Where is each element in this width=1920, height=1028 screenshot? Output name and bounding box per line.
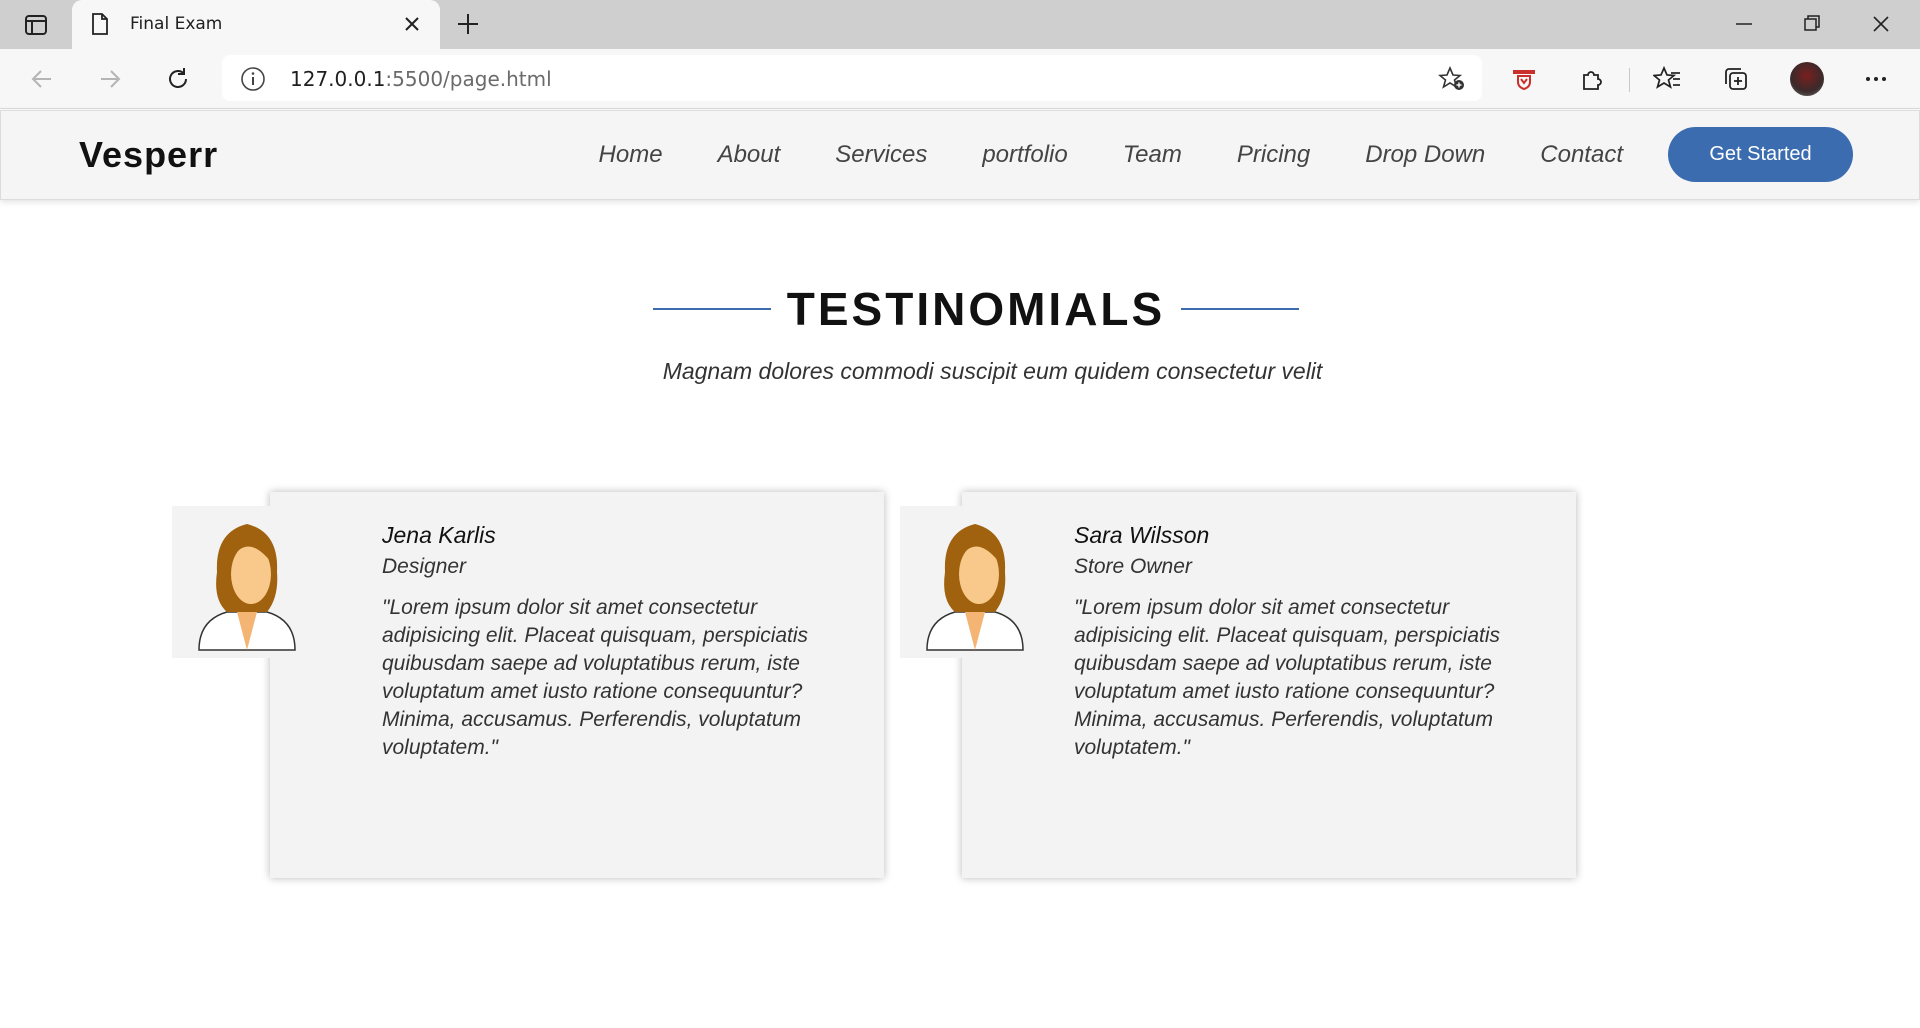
- tab-actions-icon[interactable]: [22, 12, 50, 38]
- new-tab-icon[interactable]: [456, 12, 480, 41]
- nav-portfolio[interactable]: portfolio: [982, 141, 1067, 169]
- collections-icon[interactable]: [1720, 63, 1752, 95]
- favorites-icon[interactable]: [1651, 63, 1683, 95]
- browser-toolbar: 127.0.0.1:5500/page.html: [0, 49, 1920, 109]
- url-text: 127.0.0.1:5500/page.html: [290, 67, 552, 91]
- testimonial-name: Jena Karlis: [382, 522, 496, 548]
- nav-pricing[interactable]: Pricing: [1237, 141, 1310, 169]
- nav-about[interactable]: About: [718, 141, 781, 169]
- toolbar-separator: [1629, 68, 1630, 92]
- nav-home[interactable]: Home: [599, 141, 663, 169]
- main-nav: Home About Services portfolio Team Prici…: [599, 141, 1623, 169]
- restore-icon[interactable]: [1801, 12, 1823, 41]
- user-avatar-image: [900, 506, 1050, 658]
- testimonial-role: Store Owner: [1074, 555, 1192, 578]
- user-avatar-image: [172, 506, 322, 658]
- heading-line-right: [1181, 308, 1300, 310]
- nav-team[interactable]: Team: [1123, 141, 1182, 169]
- testimonial-quote: "Lorem ipsum dolor sit amet consectetur …: [382, 596, 809, 759]
- tab-title: Final Exam: [130, 14, 223, 34]
- section-subtitle: Magnam dolores commodi suscipit eum quid…: [662, 358, 1323, 384]
- browser-tab-active[interactable]: Final Exam: [72, 0, 440, 49]
- document-icon: [90, 12, 110, 41]
- url-path: :5500/page.html: [385, 67, 552, 91]
- testimonial-card: Jena Karlis Designer "Lorem ipsum dolor …: [172, 492, 884, 878]
- nav-contact[interactable]: Contact: [1540, 141, 1623, 169]
- site-logo[interactable]: Vesperr: [79, 134, 218, 176]
- address-bar[interactable]: 127.0.0.1:5500/page.html: [222, 55, 1482, 101]
- heading-line-left: [652, 308, 771, 310]
- more-menu-icon[interactable]: [1860, 63, 1892, 95]
- page-viewport: Vesperr Home About Services portfolio Te…: [0, 110, 1920, 1028]
- extensions-icon[interactable]: [1576, 63, 1608, 95]
- reload-icon[interactable]: [162, 63, 194, 95]
- window-close-icon[interactable]: [1870, 12, 1892, 41]
- testimonial-role: Designer: [382, 555, 467, 578]
- testimonials-heading: TESTINOMIALS: [0, 282, 1920, 336]
- forward-icon[interactable]: [94, 63, 126, 95]
- testimonial-card: Sara Wilsson Store Owner "Lorem ipsum do…: [900, 492, 1576, 878]
- nav-drop-down[interactable]: Drop Down: [1365, 141, 1485, 169]
- site-header: Vesperr Home About Services portfolio Te…: [0, 110, 1920, 200]
- get-started-button[interactable]: Get Started: [1668, 127, 1853, 182]
- nav-services[interactable]: Services: [835, 141, 927, 169]
- close-icon[interactable]: [402, 14, 422, 39]
- testimonial-name: Sara Wilsson: [1074, 522, 1210, 548]
- testimonial-quote: "Lorem ipsum dolor sit amet consectetur …: [1074, 596, 1501, 759]
- extension-shield-icon[interactable]: [1508, 63, 1540, 95]
- url-host: 127.0.0.1: [290, 67, 386, 91]
- site-info-icon[interactable]: [240, 66, 266, 97]
- profile-avatar[interactable]: [1790, 62, 1824, 96]
- minimize-icon[interactable]: [1733, 12, 1755, 41]
- back-icon[interactable]: [26, 63, 58, 95]
- section-title: TESTINOMIALS: [786, 283, 1166, 335]
- browser-tab-bar: Final Exam: [0, 0, 1920, 49]
- add-favorite-icon[interactable]: [1437, 65, 1466, 97]
